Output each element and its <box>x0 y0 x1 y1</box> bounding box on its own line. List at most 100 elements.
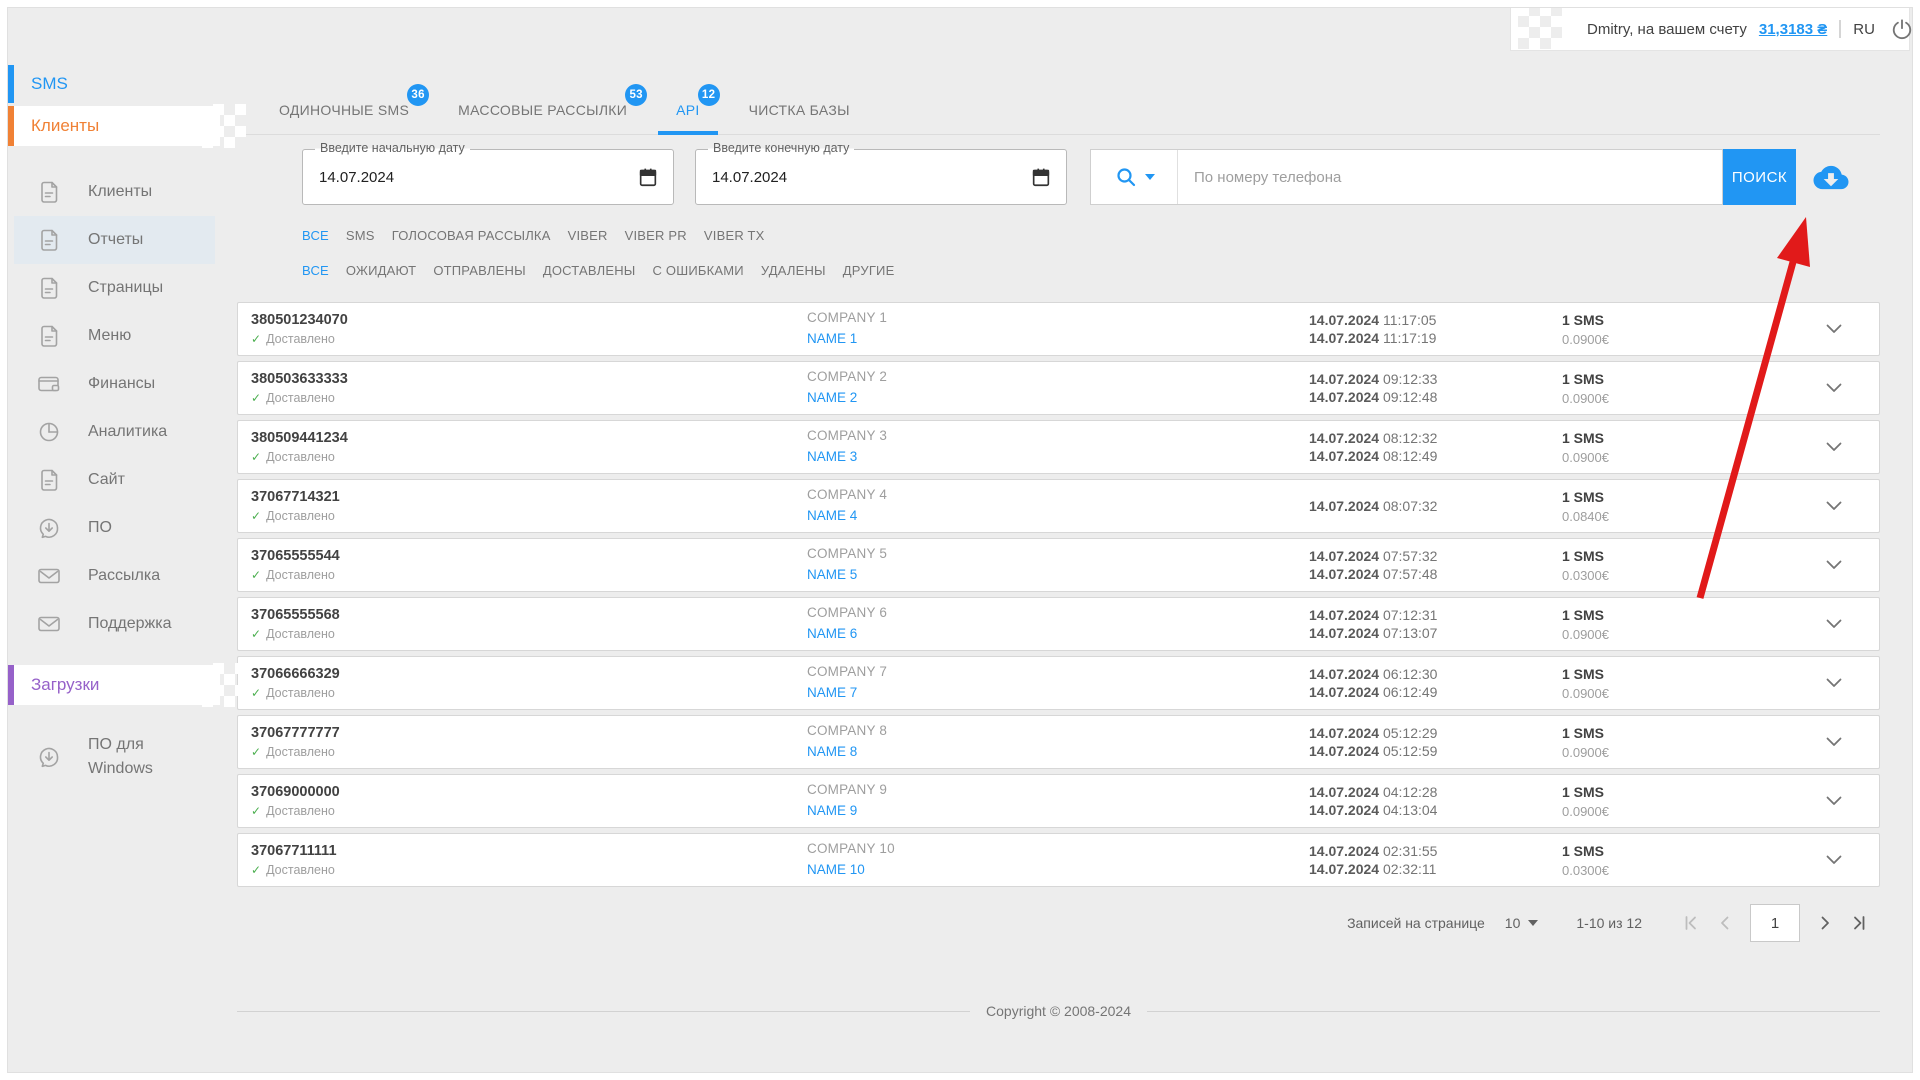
cloud-download-icon[interactable] <box>1809 160 1853 200</box>
sender-name-link[interactable]: NAME 2 <box>807 390 857 405</box>
sms-price: 0.0900€ <box>1562 685 1609 701</box>
channel-filter-chip[interactable]: VIBER PR <box>625 228 687 243</box>
sidebar-item[interactable]: ПО <box>14 504 215 552</box>
datetime-cell: 14.07.2024 07:12:31 14.07.2024 07:13:07 <box>1309 606 1562 642</box>
expand-chevron-icon[interactable] <box>1822 789 1846 813</box>
logout-power-icon[interactable] <box>1891 17 1913 41</box>
sidebar-item[interactable]: Поддержка <box>14 600 215 648</box>
sidebar-section-downloads[interactable]: Загрузки <box>7 663 246 707</box>
envelope-icon <box>36 563 62 589</box>
search-type-select[interactable] <box>1091 150 1177 204</box>
calendar-icon[interactable] <box>1028 164 1054 190</box>
sender-name-link[interactable]: NAME 10 <box>807 862 865 877</box>
status-filter-chip[interactable]: ВСЕ <box>302 263 329 278</box>
tab[interactable]: МАССОВЫЕ РАССЫЛКИ 53 <box>440 74 648 134</box>
status-filter-chip[interactable]: ДРУГИЕ <box>843 263 895 278</box>
sidebar-item[interactable]: Отчеты <box>14 216 215 264</box>
sidebar-section-sms[interactable]: SMS <box>7 65 220 103</box>
prev-page-button[interactable] <box>1708 906 1742 940</box>
channel-filter-chip[interactable]: VIBER TX <box>704 228 765 243</box>
sidebar-item[interactable]: Клиенты <box>14 168 215 216</box>
phone-cell: 380503633333 ✓ Доставлено <box>251 371 807 405</box>
sidebar-item[interactable]: Рассылка <box>14 552 215 600</box>
expand-chevron-icon[interactable] <box>1822 671 1846 695</box>
expand-chevron-icon[interactable] <box>1822 494 1846 518</box>
expand-chevron-icon[interactable] <box>1822 730 1846 754</box>
status-label: Доставлено <box>266 568 335 582</box>
pagination: Записей на странице 10 1-10 из 12 <box>237 899 1880 947</box>
search-button[interactable]: ПОИСК <box>1723 149 1796 205</box>
phone-number: 37067711111 <box>251 843 337 859</box>
date-from-field[interactable]: Введите начальную дату <box>302 141 674 205</box>
sender-name-link[interactable]: NAME 8 <box>807 744 857 759</box>
phone-cell: 37065555544 ✓ Доставлено <box>251 548 807 582</box>
balance-link[interactable]: 31,3183 ₴ <box>1759 21 1827 38</box>
page-number-input[interactable] <box>1751 914 1799 932</box>
sender-name-link[interactable]: NAME 6 <box>807 626 857 641</box>
cost-cell: 1 SMS 0.0900€ <box>1562 666 1789 701</box>
sidebar-item[interactable]: ПО для Windows <box>14 725 215 789</box>
last-page-button[interactable] <box>1842 906 1876 940</box>
status-label: Доставлено <box>266 509 335 523</box>
first-page-button[interactable] <box>1674 906 1708 940</box>
expand-chevron-icon[interactable] <box>1822 435 1846 459</box>
status-filter-chip[interactable]: ДОСТАВЛЕНЫ <box>543 263 636 278</box>
search-input[interactable] <box>1178 150 1722 204</box>
sidebar-item[interactable]: Сайт <box>14 456 215 504</box>
sender-name-link[interactable]: NAME 9 <box>807 803 857 818</box>
tab[interactable]: API 12 <box>658 74 720 135</box>
next-page-button[interactable] <box>1808 906 1842 940</box>
sender-name-link[interactable]: NAME 1 <box>807 331 857 346</box>
date-from-input[interactable] <box>319 168 635 186</box>
channel-filter-chip[interactable]: ГОЛОСОВАЯ РАССЫЛКА <box>392 228 551 243</box>
language-label[interactable]: RU <box>1853 21 1875 38</box>
status-filter-chip[interactable]: С ОШИБКАМИ <box>653 263 744 278</box>
status-filter-chip[interactable]: ОЖИДАЮТ <box>346 263 416 278</box>
sender-name-link[interactable]: NAME 5 <box>807 567 857 582</box>
sender-name-link[interactable]: NAME 7 <box>807 685 857 700</box>
sidebar-section-clients[interactable]: Клиенты <box>7 104 246 148</box>
expand-chevron-icon[interactable] <box>1822 317 1846 341</box>
delivery-status: ✓ Доставлено <box>251 568 807 582</box>
sender-name-link[interactable]: NAME 3 <box>807 449 857 464</box>
sender-cell: COMPANY 7 NAME 7 <box>807 664 1309 702</box>
cost-cell: 1 SMS 0.0900€ <box>1562 725 1789 760</box>
sidebar-item[interactable]: Меню <box>14 312 215 360</box>
expand-chevron-icon[interactable] <box>1822 376 1846 400</box>
channel-filter-chip[interactable]: SMS <box>346 228 375 243</box>
tab[interactable]: ЧИСТКА БАЗЫ <box>731 74 868 134</box>
expand-chevron-icon[interactable] <box>1822 553 1846 577</box>
per-page-select[interactable]: 10 <box>1505 915 1539 931</box>
date-to-input[interactable] <box>712 168 1028 186</box>
message-row: 37066666329 ✓ Доставлено COMPANY 7 NAME 7… <box>237 656 1880 710</box>
phone-number: 37067777777 <box>251 725 340 741</box>
sidebar-item[interactable]: Страницы <box>14 264 215 312</box>
sidebar-item-label: Финансы <box>88 375 156 392</box>
flag-ru-icon[interactable] <box>1839 20 1842 38</box>
account-balance-text: Dmitry, на вашем счету <box>1587 20 1747 38</box>
channel-filter-chip[interactable]: ВСЕ <box>302 228 329 243</box>
channel-filter-chip[interactable]: VIBER <box>568 228 608 243</box>
tab[interactable]: ОДИНОЧНЫЕ SMS 36 <box>261 74 430 134</box>
delivery-status: ✓ Доставлено <box>251 686 807 700</box>
company-label: COMPANY 10 <box>807 841 895 856</box>
calendar-icon[interactable] <box>635 164 661 190</box>
expand-chevron-icon[interactable] <box>1822 848 1846 872</box>
sidebar-item-label: Поддержка <box>88 615 172 632</box>
expand-chevron-icon[interactable] <box>1822 612 1846 636</box>
company-label: COMPANY 5 <box>807 546 888 561</box>
sender-cell: COMPANY 9 NAME 9 <box>807 782 1309 820</box>
sidebar-item[interactable]: Аналитика <box>14 408 215 456</box>
date-to-field[interactable]: Введите конечную дату <box>695 141 1067 205</box>
sms-price: 0.0900€ <box>1562 744 1609 760</box>
status-filter-chip[interactable]: УДАЛЕНЫ <box>761 263 826 278</box>
sender-name-link[interactable]: NAME 4 <box>807 508 857 523</box>
company-label: COMPANY 9 <box>807 782 888 797</box>
tab-label: МАССОВЫЕ РАССЫЛКИ <box>458 102 628 118</box>
sender-cell: COMPANY 10 NAME 10 <box>807 841 1309 879</box>
pixel-decoration <box>202 663 246 712</box>
status-filter-chip[interactable]: ОТПРАВЛЕНЫ <box>433 263 526 278</box>
page-number-box[interactable] <box>1750 904 1800 942</box>
sidebar-item[interactable]: Финансы <box>14 360 215 408</box>
status-label: Доставлено <box>266 804 335 818</box>
